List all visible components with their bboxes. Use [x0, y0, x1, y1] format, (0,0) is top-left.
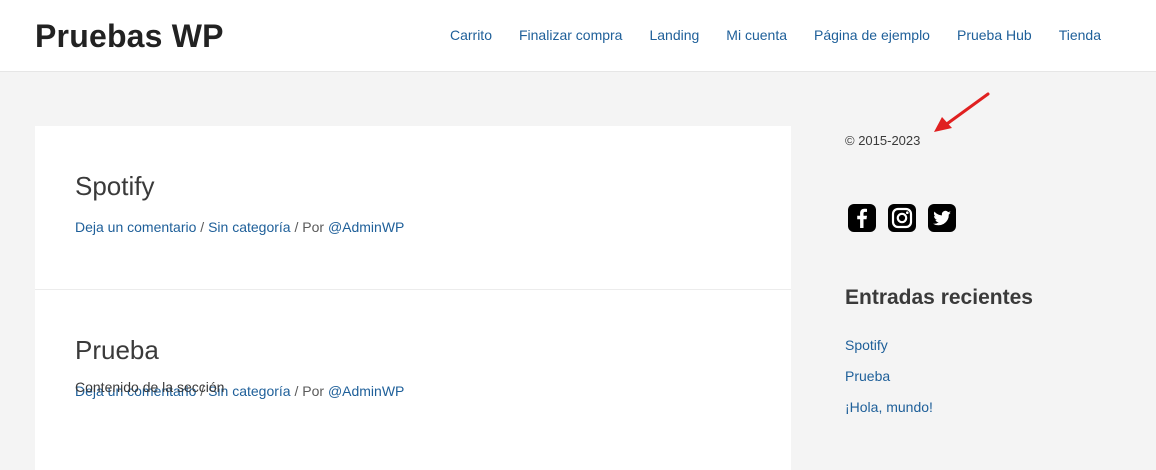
author-link[interactable]: @AdminWP: [328, 219, 404, 235]
nav-item-finalizar-compra[interactable]: Finalizar compra: [519, 27, 622, 43]
meta-separator: /: [196, 219, 209, 235]
post-excerpt: Contenido de la sección: [75, 379, 225, 395]
meta-by: / Por: [290, 219, 328, 235]
meta-by: / Por: [290, 383, 328, 399]
main-nav: Carrito Finalizar compra Landing Mi cuen…: [450, 27, 1101, 43]
social-icons: [848, 204, 956, 232]
post-card: Prueba Deja un comentario / Sin categorí…: [35, 290, 791, 470]
twitter-icon[interactable]: [928, 204, 956, 232]
recent-posts-list: Spotify Prueba ¡Hola, mundo!: [845, 337, 933, 430]
facebook-icon[interactable]: [848, 204, 876, 232]
list-item: Prueba: [845, 368, 933, 399]
nav-item-carrito[interactable]: Carrito: [450, 27, 492, 43]
list-item: ¡Hola, mundo!: [845, 399, 933, 430]
instagram-icon[interactable]: [888, 204, 916, 232]
nav-item-prueba-hub[interactable]: Prueba Hub: [957, 27, 1032, 43]
recent-post-link[interactable]: Spotify: [845, 337, 888, 353]
nav-item-pagina-de-ejemplo[interactable]: Página de ejemplo: [814, 27, 930, 43]
nav-item-mi-cuenta[interactable]: Mi cuenta: [726, 27, 787, 43]
site-title[interactable]: Pruebas WP: [35, 18, 224, 55]
post-card: Spotify Deja un comentario / Sin categor…: [35, 126, 791, 290]
nav-item-landing[interactable]: Landing: [649, 27, 699, 43]
post-title[interactable]: Prueba: [75, 335, 159, 366]
post-title[interactable]: Spotify: [75, 171, 155, 202]
post-meta: Deja un comentario / Sin categoría / Por…: [75, 219, 404, 235]
nav-item-tienda[interactable]: Tienda: [1059, 27, 1101, 43]
author-link[interactable]: @AdminWP: [328, 383, 404, 399]
recent-posts-title: Entradas recientes: [845, 286, 1033, 309]
red-arrow-annotation: [934, 92, 990, 132]
copyright-text: © 2015-2023: [845, 133, 921, 148]
recent-post-link[interactable]: Prueba: [845, 368, 890, 384]
comments-link[interactable]: Deja un comentario: [75, 219, 196, 235]
posts-list: Spotify Deja un comentario / Sin categor…: [35, 126, 791, 470]
site-header: Pruebas WP Carrito Finalizar compra Land…: [0, 0, 1156, 72]
recent-post-link[interactable]: ¡Hola, mundo!: [845, 399, 933, 415]
category-link[interactable]: Sin categoría: [208, 219, 291, 235]
list-item: Spotify: [845, 337, 933, 368]
